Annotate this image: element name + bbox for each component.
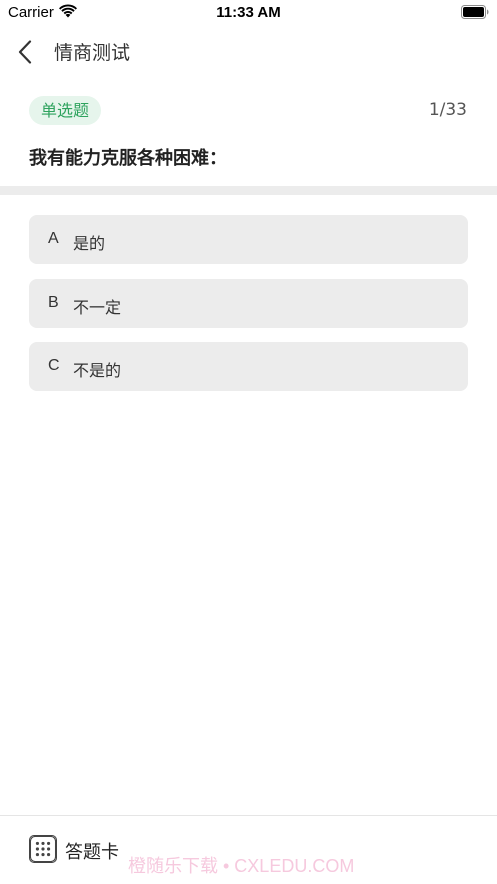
back-button[interactable]	[10, 32, 44, 70]
question-type-badge: 单选题	[29, 96, 102, 125]
section-divider	[0, 186, 497, 195]
option-a[interactable]: A 是的	[29, 215, 468, 264]
option-c[interactable]: C 不是的	[29, 342, 468, 391]
option-b[interactable]: B 不一定	[29, 279, 468, 328]
question-progress: 1/33	[428, 100, 467, 120]
option-text: 不一定	[73, 298, 122, 317]
option-text: 是的	[73, 234, 106, 253]
question-text: 我有能力克服各种困难：	[29, 148, 227, 169]
status-time: 11:33 AM	[216, 4, 281, 21]
chevron-left-icon	[18, 40, 32, 64]
nav-bar: 情商测试	[0, 26, 497, 76]
answer-card-label: 答题卡	[65, 842, 119, 863]
status-bar: Carrier 11:33 AM	[0, 0, 497, 26]
option-letter: A	[48, 230, 59, 247]
option-letter: B	[48, 294, 59, 311]
watermark: 橙随乐下载 • CXLEDU.COM	[128, 856, 355, 876]
option-letter: C	[48, 357, 60, 374]
bottom-bar: 答题卡 橙随乐下载 • CXLEDU.COM	[0, 815, 497, 884]
page-title: 情商测试	[54, 42, 131, 64]
grid-icon	[29, 835, 57, 863]
option-text: 不是的	[73, 361, 122, 380]
battery-icon	[461, 5, 489, 19]
